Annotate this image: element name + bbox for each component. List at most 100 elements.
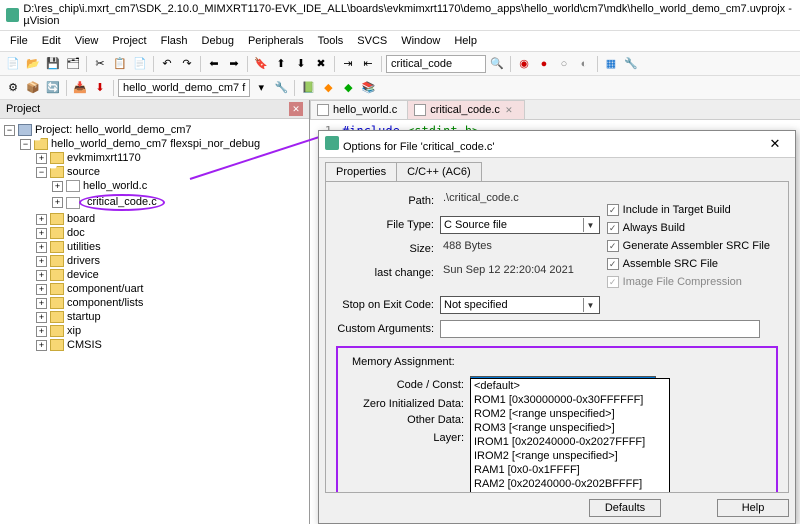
dropdown-option[interactable]: IROM2 [<range unspecified>] — [471, 449, 669, 463]
dropdown-option[interactable]: ROM1 [0x30000000-0x30FFFFFF] — [471, 393, 669, 407]
check-include[interactable] — [607, 204, 619, 216]
config-icon[interactable]: 🔧 — [622, 55, 640, 73]
find-icon[interactable]: 🔍 — [488, 55, 506, 73]
menu-peripherals[interactable]: Peripherals — [242, 33, 310, 49]
new-icon[interactable]: 📄 — [4, 55, 22, 73]
menu-help[interactable]: Help — [448, 33, 483, 49]
paste-icon[interactable]: 📄 — [131, 55, 149, 73]
tree-folder-cmsis[interactable]: CMSIS — [67, 339, 102, 351]
expand-icon[interactable]: + — [36, 270, 47, 281]
dropdown-option[interactable]: ROM2 [<range unspecified>] — [471, 407, 669, 421]
tree-folder-drivers[interactable]: drivers — [67, 255, 100, 267]
dropdown-option[interactable]: ROM3 [<range unspecified>] — [471, 421, 669, 435]
expand-icon[interactable]: + — [36, 153, 47, 164]
expand-icon[interactable]: + — [36, 298, 47, 309]
tab-properties[interactable]: Properties — [325, 162, 397, 182]
expand-icon[interactable]: + — [36, 312, 47, 323]
rebuild-icon[interactable]: 🔄 — [44, 79, 62, 97]
dropdown-option[interactable]: RAM2 [0x20240000-0x202BFFFF] — [471, 477, 669, 491]
expand-icon[interactable]: + — [36, 242, 47, 253]
download-icon[interactable]: ⬇ — [91, 79, 109, 97]
expand-icon[interactable]: + — [36, 284, 47, 295]
tab-critical-code[interactable]: critical_code.c ✕ — [407, 100, 525, 119]
cut-icon[interactable]: ✂ — [91, 55, 109, 73]
options-icon[interactable]: 🔧 — [272, 79, 290, 97]
menu-edit[interactable]: Edit — [36, 33, 67, 49]
build-icon[interactable]: 📦 — [24, 79, 42, 97]
expand-icon[interactable]: + — [52, 197, 63, 208]
expand-icon[interactable]: − — [4, 125, 15, 136]
translate-icon[interactable]: ⚙ — [4, 79, 22, 97]
project-tree[interactable]: − Project: hello_world_demo_cm7 − hello_… — [0, 119, 309, 524]
stopexit-select[interactable]: Not specified ▼ — [440, 296, 600, 314]
menu-project[interactable]: Project — [106, 33, 152, 49]
menu-svcs[interactable]: SVCS — [351, 33, 393, 49]
tree-folder-uart[interactable]: component/uart — [67, 283, 143, 295]
dropdown-option[interactable]: IROM1 [0x20240000-0x2027FFFF] — [471, 435, 669, 449]
tree-root[interactable]: Project: hello_world_demo_cm7 — [35, 124, 192, 136]
menu-view[interactable]: View — [69, 33, 105, 49]
pack-icon[interactable]: ◆ — [319, 79, 337, 97]
nav-fwd-icon[interactable]: ➡ — [225, 55, 243, 73]
target-select[interactable]: hello_world_demo_cm7 f — [118, 79, 250, 97]
manage-icon[interactable]: 📗 — [299, 79, 317, 97]
code-const-dropdown[interactable]: <default> ROM1 [0x30000000-0x30FFFFFF] R… — [470, 378, 670, 493]
expand-icon[interactable]: + — [36, 228, 47, 239]
tree-folder-doc[interactable]: doc — [67, 227, 85, 239]
dropdown-option[interactable]: RAM1 [0x0-0x1FFFF] — [471, 463, 669, 477]
expand-icon[interactable]: + — [52, 181, 63, 192]
redo-icon[interactable]: ↷ — [178, 55, 196, 73]
menu-window[interactable]: Window — [395, 33, 446, 49]
check-always[interactable] — [607, 222, 619, 234]
debug-icon[interactable]: ◉ — [515, 55, 533, 73]
dropdown-option[interactable]: RAM3 [0x202C0000-0x2033FFFF] — [471, 491, 669, 493]
breakpoint-icon[interactable]: ● — [535, 55, 553, 73]
expand-icon[interactable]: − — [20, 139, 31, 150]
open-icon[interactable]: 📂 — [24, 55, 42, 73]
menu-flash[interactable]: Flash — [155, 33, 194, 49]
check-asm[interactable] — [607, 258, 619, 270]
tab-cpp[interactable]: C/C++ (AC6) — [396, 162, 482, 182]
dropdown-option[interactable]: <default> — [471, 379, 669, 393]
defaults-button[interactable]: Defaults — [589, 499, 661, 517]
bookmark-icon[interactable]: 🔖 — [252, 55, 270, 73]
tree-folder-startup[interactable]: startup — [67, 311, 101, 323]
bp-enable-icon[interactable]: ○ — [555, 55, 573, 73]
books-icon[interactable]: 📚 — [359, 79, 377, 97]
undo-icon[interactable]: ↶ — [158, 55, 176, 73]
tree-folder-xip[interactable]: xip — [67, 325, 81, 337]
find-combo[interactable]: critical_code — [386, 55, 486, 73]
copy-icon[interactable]: 📋 — [111, 55, 129, 73]
expand-icon[interactable]: + — [36, 256, 47, 267]
menu-file[interactable]: File — [4, 33, 34, 49]
indent-icon[interactable]: ⇥ — [339, 55, 357, 73]
filetype-select[interactable]: C Source file ▼ — [440, 216, 600, 234]
tree-file-critical[interactable]: critical_code.c — [79, 194, 165, 211]
tree-folder-evkm[interactable]: evkmimxrt1170 — [67, 152, 141, 164]
window-icon[interactable]: ▦ — [602, 55, 620, 73]
tree-target[interactable]: hello_world_demo_cm7 flexspi_nor_debug — [51, 138, 260, 150]
expand-icon[interactable]: + — [36, 214, 47, 225]
tab-hello-world[interactable]: hello_world.c — [310, 100, 408, 119]
rte-icon[interactable]: ◆ — [339, 79, 357, 97]
tree-folder-lists[interactable]: component/lists — [67, 297, 143, 309]
menu-debug[interactable]: Debug — [196, 33, 240, 49]
expand-icon[interactable]: + — [36, 326, 47, 337]
bookmark-clear-icon[interactable]: ✖ — [312, 55, 330, 73]
help-button[interactable]: Help — [717, 499, 789, 517]
panel-close-button[interactable]: ✕ — [289, 102, 303, 116]
nav-back-icon[interactable]: ⬅ — [205, 55, 223, 73]
expand-icon[interactable]: − — [36, 167, 47, 178]
close-icon[interactable]: ✕ — [504, 105, 514, 115]
target-dropdown-icon[interactable]: ▾ — [252, 79, 270, 97]
dialog-close-button[interactable]: ✕ — [761, 135, 789, 153]
bookmark-next-icon[interactable]: ⬇ — [292, 55, 310, 73]
check-genasm[interactable] — [607, 240, 619, 252]
tree-folder-board[interactable]: board — [67, 213, 95, 225]
tree-folder-source[interactable]: source — [67, 166, 100, 178]
outdent-icon[interactable]: ⇤ — [359, 55, 377, 73]
tree-file-hello[interactable]: hello_world.c — [83, 180, 147, 192]
batch-icon[interactable]: 📥 — [71, 79, 89, 97]
expand-icon[interactable]: + — [36, 340, 47, 351]
tree-folder-device[interactable]: device — [67, 269, 99, 281]
